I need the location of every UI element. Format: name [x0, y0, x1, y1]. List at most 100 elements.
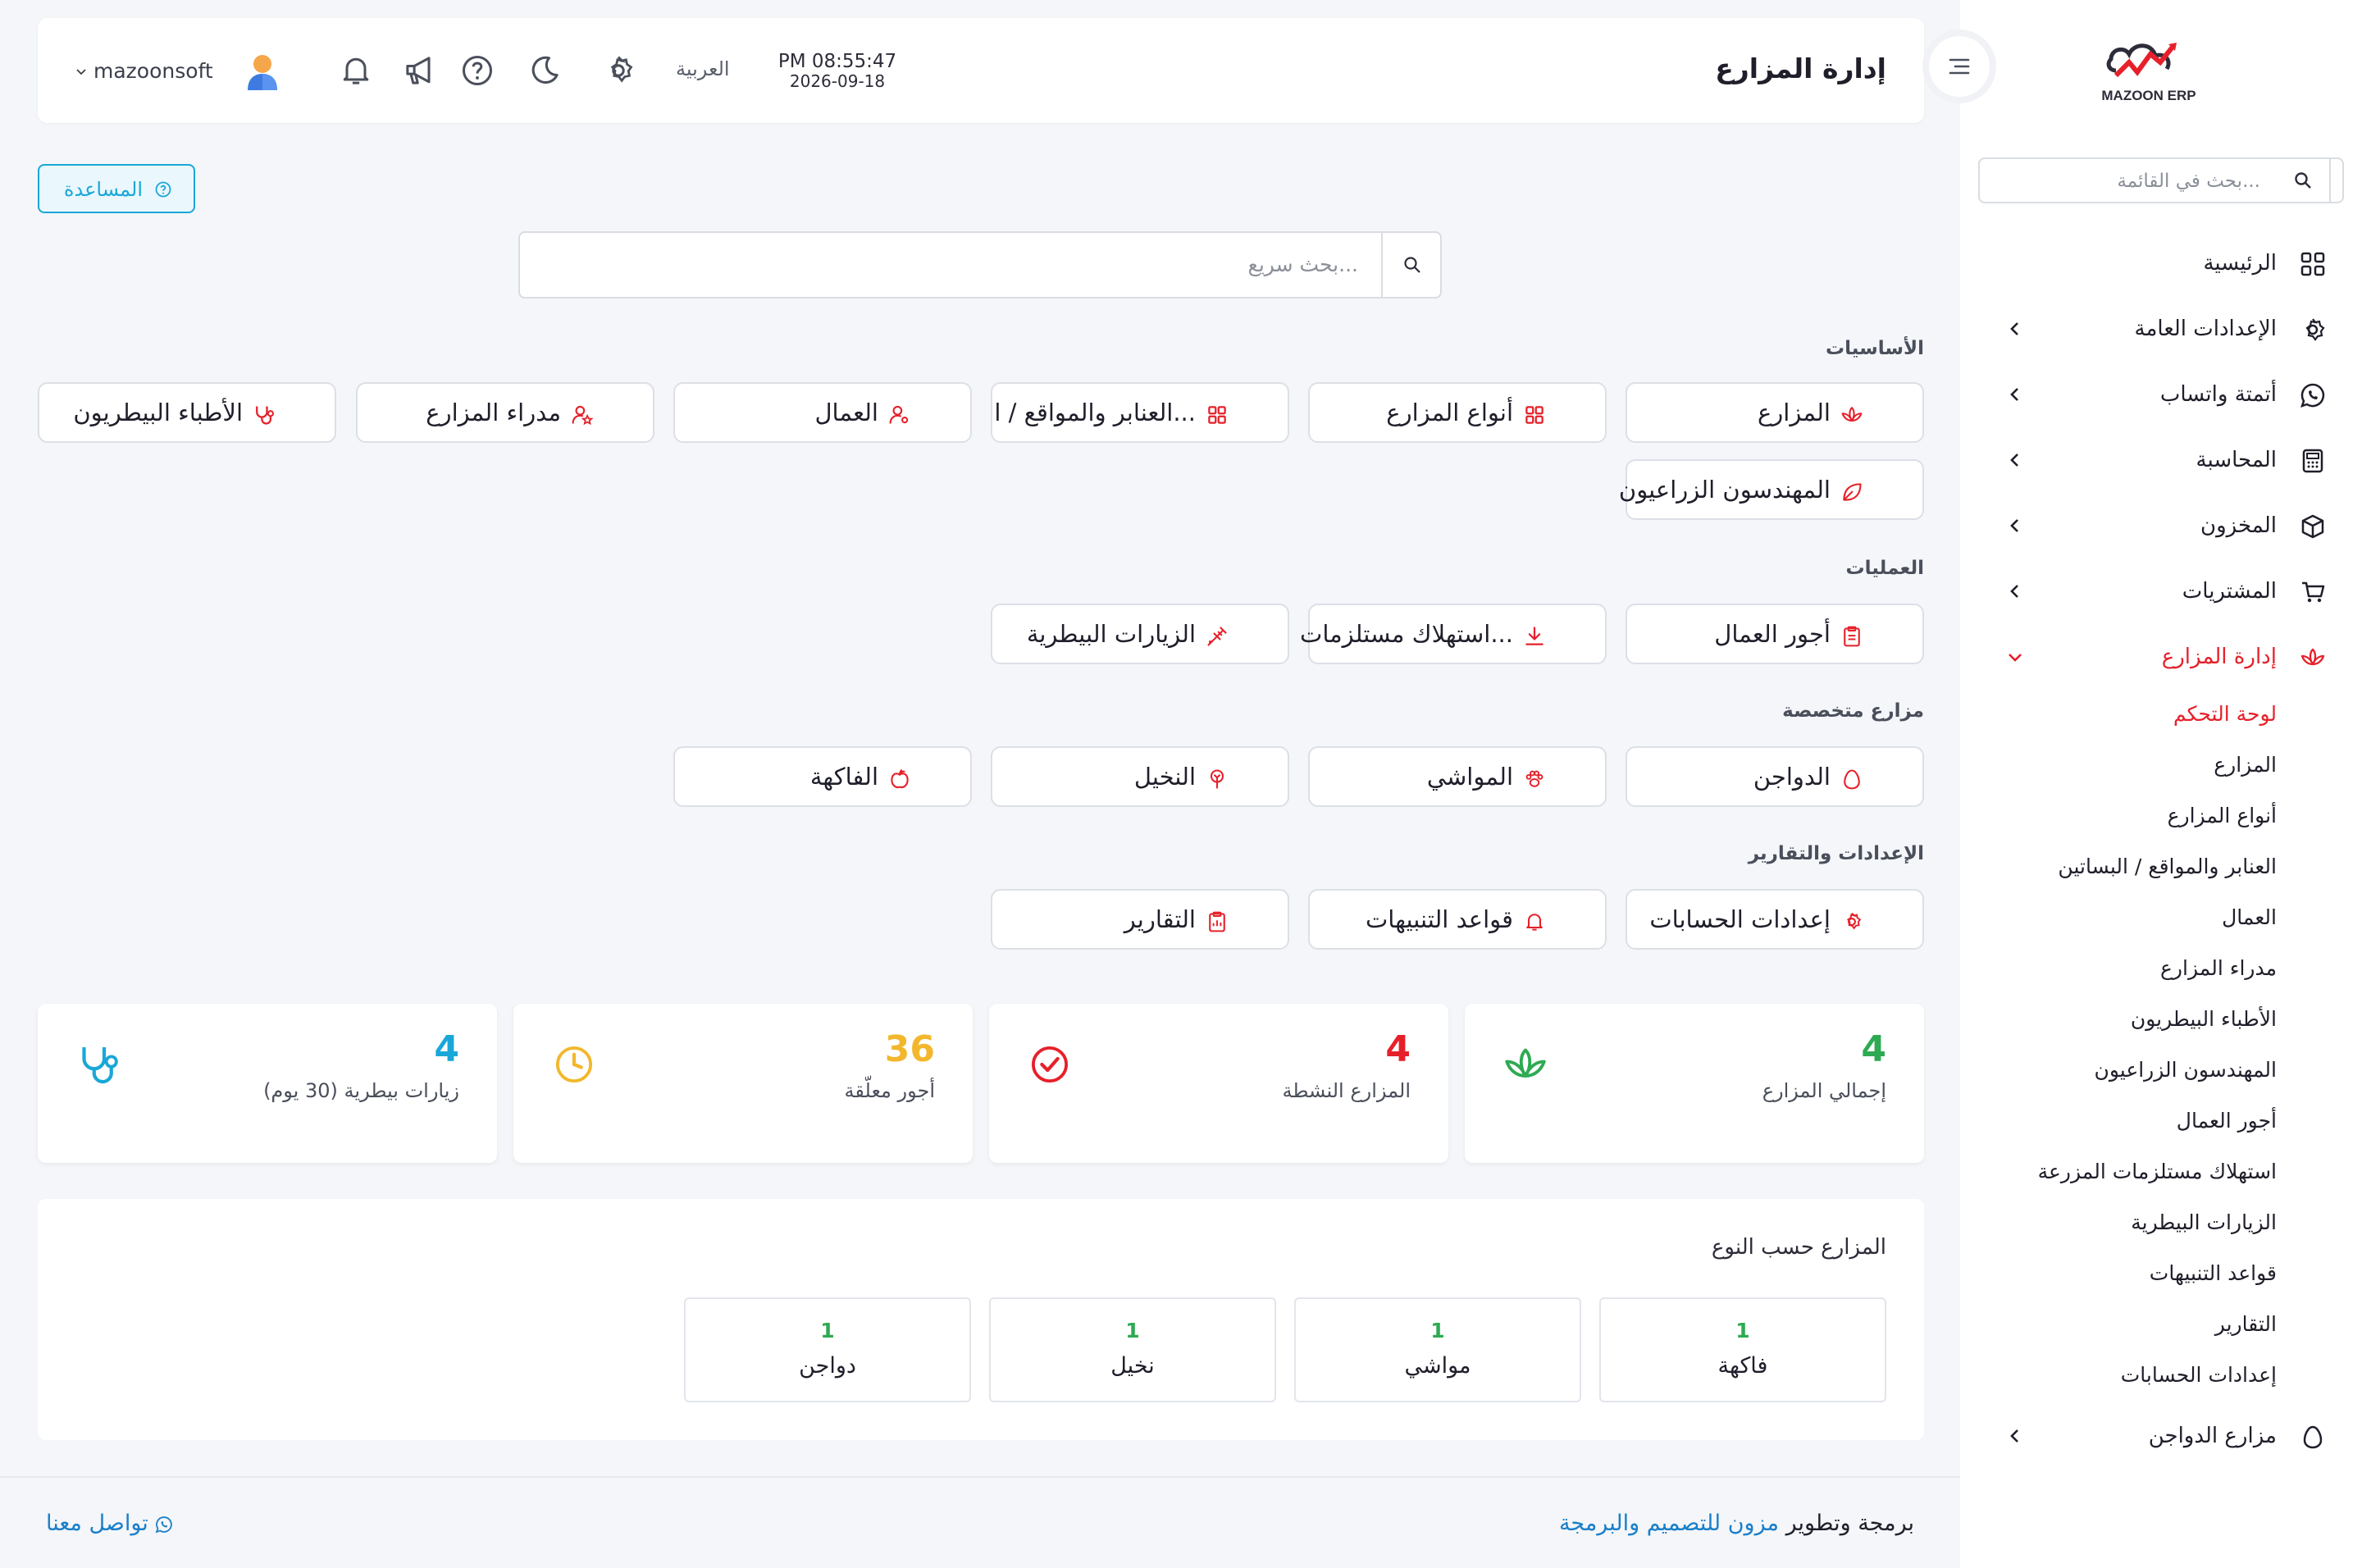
stat-card-active-farms: 4 المزارع النشطة — [989, 1004, 1448, 1163]
menu-toggle-button[interactable] — [1929, 36, 1990, 97]
cart-icon — [2300, 579, 2326, 605]
clock: PM 08:55:47 2026-09-18 — [776, 51, 899, 90]
check-circle-icon — [1027, 1042, 1073, 1087]
sidebar-item-whatsapp[interactable]: أتمتة واتساب — [1960, 371, 2362, 420]
sidebar-item-home[interactable]: الرئيسية — [1960, 239, 2362, 289]
clock-time: PM 08:55:47 — [777, 51, 897, 72]
chevron-left-icon — [2006, 451, 2024, 469]
user-gear-icon — [888, 403, 911, 426]
gear-icon[interactable] — [600, 52, 636, 89]
grid-icon — [1206, 403, 1229, 426]
clipboard-icon — [1206, 910, 1229, 933]
quick-link-supplies-consumption[interactable]: استهلاك مستلزمات... — [1300, 604, 1607, 664]
search-icon[interactable] — [1381, 233, 1440, 297]
stat-value: 4 — [1385, 1028, 1411, 1070]
sidebar-item-label: المخزون — [2200, 513, 2277, 538]
quick-link-label: الفاكهة — [809, 763, 878, 791]
sidebar-subitem-account-settings[interactable]: إعدادات الحسابات — [2121, 1363, 2277, 1387]
help-circle-icon — [155, 181, 171, 198]
chevron-left-icon — [2006, 582, 2024, 600]
quick-link-label: المهندسون الزراعيون — [1618, 476, 1831, 504]
quick-link-workers[interactable]: العمال — [673, 382, 972, 443]
quick-link-fruits[interactable]: الفاكهة — [673, 746, 972, 807]
sidebar-subitem-reports[interactable]: التقارير — [2215, 1312, 2277, 1336]
app-logo[interactable]: MAZOON ERP — [2091, 34, 2206, 108]
quick-link-palms[interactable]: النخيل — [991, 746, 1289, 807]
chevron-left-icon — [2006, 517, 2024, 535]
quick-link-vet-visits[interactable]: الزيارات البيطرية — [991, 604, 1289, 664]
quick-link-farm-managers[interactable]: مدراء المزارع — [356, 382, 654, 443]
sidebar-subitem-vet-visits[interactable]: الزيارات البيطرية — [2131, 1210, 2277, 1234]
grid-icon — [2300, 251, 2326, 277]
sidebar-item-general-settings[interactable]: الإعدادات العامة — [1960, 305, 2362, 354]
quick-search-input[interactable]: بحث سريع... — [518, 231, 1442, 299]
download-icon — [1523, 625, 1546, 648]
stat-value: 4 — [1861, 1028, 1886, 1070]
sidebar-search-input[interactable]: بحث في القائمة... — [1978, 157, 2344, 203]
sidebar-subitem-farm-types[interactable]: أنواع المزارع — [2168, 804, 2277, 827]
quick-link-label: مدراء المزارع — [426, 399, 561, 426]
megaphone-icon[interactable] — [402, 52, 438, 89]
sidebar-item-accounting[interactable]: المحاسبة — [1960, 436, 2362, 485]
username: mazoonsoft — [93, 59, 213, 83]
lotus-icon — [1502, 1042, 1548, 1087]
quick-link-poultry[interactable]: الدواجن — [1626, 746, 1924, 807]
farms-by-type-panel: المزارع حسب النوع 1 فاكهة 1 مواشي 1 نخيل… — [38, 1199, 1924, 1440]
egg-icon — [1840, 768, 1863, 791]
quick-link-livestock[interactable]: المواشي — [1308, 746, 1607, 807]
menu-icon — [1949, 58, 1970, 75]
sidebar-subitem-dashboard[interactable]: لوحة التحكم — [2173, 702, 2277, 726]
sidebar-subitem-veterinarians[interactable]: الأطباء البيطريون — [2131, 1007, 2277, 1031]
sidebar-subitem-farm-managers[interactable]: مدراء المزارع — [2160, 956, 2277, 980]
sidebar-item-label: مزارع الدواجن — [2148, 1424, 2277, 1448]
quick-link-agronomists[interactable]: المهندسون الزراعيون — [1619, 459, 1924, 520]
quick-link-label: الأطباء البيطريون — [73, 399, 243, 426]
search-icon[interactable] — [2273, 159, 2331, 202]
farm-type-card-livestock: 1 مواشي — [1294, 1297, 1581, 1402]
help-button[interactable]: المساعدة — [38, 164, 195, 213]
gear-icon — [1840, 910, 1863, 933]
footer-prefix: برمجة وتطوير — [1785, 1511, 1914, 1536]
sidebar-item-poultry-farms[interactable]: مزارع الدواجن — [1960, 1412, 2362, 1461]
sidebar-subitem-worker-wages[interactable]: أجور العمال — [2177, 1109, 2277, 1133]
quick-link-farm-types[interactable]: أنواع المزارع — [1308, 382, 1607, 443]
stat-label: زيارات بيطرية (30 يوم) — [263, 1079, 459, 1102]
quick-link-label: أنواع المزارع — [1386, 399, 1513, 426]
sidebar-item-inventory[interactable]: المخزون — [1960, 502, 2362, 551]
quick-link-wards-locations[interactable]: العنابر والمواقع / ا... — [991, 382, 1289, 443]
bell-icon[interactable] — [338, 52, 374, 89]
user-menu[interactable]: mazoonsoft — [75, 59, 213, 83]
sidebar-subitem-workers[interactable]: العمال — [2222, 905, 2277, 929]
help-circle-icon[interactable] — [459, 52, 495, 89]
sidebar-subitem-alert-rules[interactable]: قواعد التنبيهات — [2150, 1261, 2277, 1285]
quick-link-alert-rules[interactable]: قواعد التنبيهات — [1308, 889, 1607, 950]
farm-type-label: فاكهة — [1717, 1353, 1768, 1379]
box-icon — [2300, 513, 2326, 540]
sidebar-subitem-supplies-consumption[interactable]: استهلاك مستلزمات المزرعة — [2038, 1160, 2277, 1183]
sidebar-subitem-agronomists[interactable]: المهندسون الزراعيون — [2095, 1058, 2278, 1082]
avatar[interactable] — [243, 51, 282, 92]
moon-icon[interactable] — [527, 52, 563, 89]
sidebar-item-label: أتمتة واتساب — [2159, 382, 2277, 407]
farm-type-count: 1 — [1125, 1319, 1140, 1342]
quick-link-account-settings[interactable]: إعدادات الحسابات — [1626, 889, 1924, 950]
quick-link-worker-wages[interactable]: أجور العمال — [1626, 604, 1924, 664]
stat-label: أجور معلّقة — [844, 1079, 935, 1102]
quick-link-label: الدواجن — [1753, 763, 1831, 791]
stat-card-pending-wages: 36 أجور معلّقة — [513, 1004, 973, 1163]
quick-link-veterinarians[interactable]: الأطباء البيطريون — [38, 382, 336, 443]
footer-company-link[interactable]: مزون للتصميم والبرمجة — [1559, 1511, 1779, 1536]
chevron-left-icon — [2006, 320, 2024, 338]
farm-type-label: مواشي — [1404, 1353, 1471, 1379]
lotus-icon — [1840, 403, 1863, 426]
sidebar-subitem-wards-locations[interactable]: العنابر والمواقع / البساتين — [2058, 855, 2277, 878]
sidebar-item-farm-management[interactable]: إدارة المزارع — [1960, 633, 2362, 682]
sidebar-subitem-farms[interactable]: المزارع — [2214, 753, 2277, 777]
quick-link-reports[interactable]: التقارير — [991, 889, 1289, 950]
contact-us-link[interactable]: تواصل معنا — [46, 1511, 173, 1536]
clipboard-icon — [1840, 625, 1863, 648]
sidebar-item-purchases[interactable]: المشتريات — [1960, 567, 2362, 617]
quick-link-farms[interactable]: المزارع — [1626, 382, 1924, 443]
stat-value: 4 — [434, 1028, 459, 1070]
language-switcher[interactable]: العربية — [676, 57, 730, 80]
